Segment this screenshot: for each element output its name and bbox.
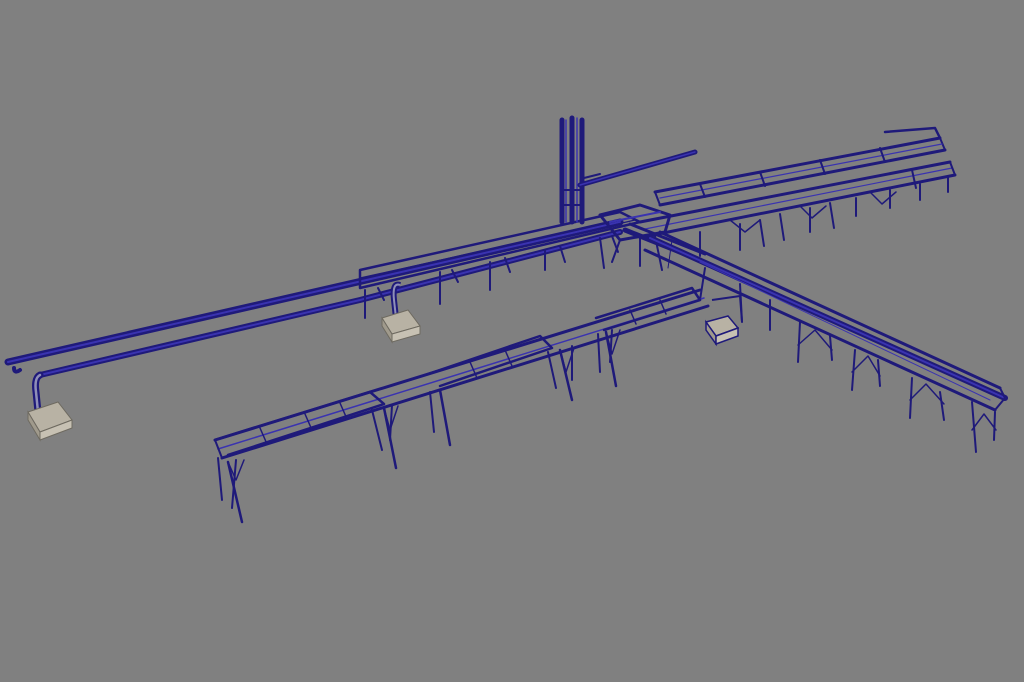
equipment-box [704, 294, 743, 347]
wireframe-scene[interactable] [0, 0, 1024, 682]
3d-viewport[interactable] [0, 0, 1024, 682]
pipe-rack-right-diagonal [643, 230, 1008, 453]
pipe-rack-lower-left [213, 286, 710, 524]
long-pipe-run [4, 210, 642, 416]
